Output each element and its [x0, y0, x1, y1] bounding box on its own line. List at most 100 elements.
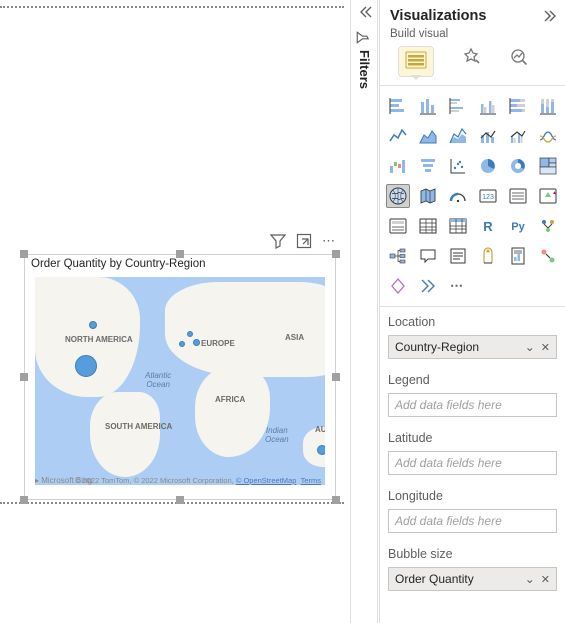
well-label: Legend [388, 373, 557, 387]
placeholder-text: Add data fields here [395, 398, 502, 412]
remove-field-icon[interactable]: ✕ [541, 573, 550, 586]
viz-waterfall[interactable] [386, 154, 410, 178]
well-legend: Legend Add data fields here [388, 373, 557, 417]
viz-slicer[interactable] [386, 214, 410, 238]
well-label: Bubble size [388, 547, 557, 561]
more-options-icon[interactable]: ⋯ [322, 233, 335, 249]
field-wells: Location Country-Region ⌄ ✕ Legend Add d… [380, 306, 565, 591]
osm-link[interactable]: © OpenStreetMap [236, 476, 297, 485]
collapse-viz-pane-icon[interactable] [541, 8, 557, 24]
visualizations-title: Visualizations [390, 8, 486, 24]
map-label-atl: AtlanticOcean [145, 372, 171, 390]
map-label-af: AFRICA [215, 395, 245, 404]
well-bubble-size: Bubble size Order Quantity ⌄ ✕ [388, 547, 557, 591]
expand-filters-icon[interactable] [351, 0, 377, 24]
svg-text:▲: ▲ [552, 190, 557, 196]
chevron-down-icon[interactable]: ⌄ [525, 572, 535, 586]
viz-multi-row-card[interactable] [506, 184, 530, 208]
field-drop-longitude[interactable]: Add data fields here [388, 509, 557, 533]
analytics-tab[interactable] [508, 46, 530, 77]
svg-text:R: R [483, 219, 493, 234]
filters-rail-label[interactable]: Filters [351, 30, 372, 89]
map-bubble[interactable] [193, 339, 200, 346]
placeholder-text: Add data fields here [395, 514, 502, 528]
well-latitude: Latitude Add data fields here [388, 431, 557, 475]
map-label-ind: IndianOcean [265, 427, 289, 445]
svg-text:123: 123 [482, 194, 494, 201]
viz-key-influencers[interactable] [536, 214, 560, 238]
field-drop-legend[interactable]: Add data fields here [388, 393, 557, 417]
viz-stacked-column[interactable] [416, 94, 440, 118]
map-bubble[interactable] [75, 355, 97, 377]
viz-clustered-column[interactable] [476, 94, 500, 118]
chevron-down-icon[interactable]: ⌄ [525, 340, 535, 354]
field-location[interactable]: Country-Region ⌄ ✕ [388, 335, 557, 359]
well-label: Location [388, 315, 557, 329]
map-surface[interactable]: NORTH AMERICA SOUTH AMERICA EUROPE AFRIC… [35, 277, 325, 485]
svg-text:Py: Py [511, 221, 525, 233]
viz-map[interactable] [386, 184, 410, 208]
focus-mode-icon[interactable] [296, 233, 312, 249]
viz-scatter[interactable] [446, 154, 470, 178]
viz-decomposition-tree[interactable] [386, 244, 410, 268]
map-attribution: © 2022 TomTom, © 2022 Microsoft Corporat… [75, 476, 321, 485]
viz-line-clustered-column[interactable] [506, 124, 530, 148]
viz-line[interactable] [386, 124, 410, 148]
viz-kpi[interactable]: ▲ [536, 184, 560, 208]
map-bubble[interactable] [179, 341, 185, 347]
viz-100-stacked-column[interactable] [536, 94, 560, 118]
viz-r-script[interactable]: R [476, 214, 500, 238]
viz-clustered-bar[interactable] [446, 94, 470, 118]
map-label-na: NORTH AMERICA [65, 335, 133, 344]
map-label-eu: EUROPE [201, 339, 235, 348]
map-label-as: ASIA [285, 333, 304, 342]
viz-gauge[interactable] [446, 184, 470, 208]
viz-filled-map[interactable] [416, 184, 440, 208]
viz-line-stacked-column[interactable] [476, 124, 500, 148]
viz-goals[interactable] [476, 244, 500, 268]
viz-funnel[interactable] [416, 154, 440, 178]
map-visual[interactable]: ⋯ Order Quantity by Country-Region [24, 254, 336, 500]
well-longitude: Longitude Add data fields here [388, 489, 557, 533]
build-visual-tab[interactable] [398, 46, 434, 77]
well-label: Longitude [388, 489, 557, 503]
viz-100-stacked-bar[interactable] [506, 94, 530, 118]
viz-smart-narrative[interactable] [446, 244, 470, 268]
viz-treemap[interactable] [536, 154, 560, 178]
viz-stacked-area[interactable] [446, 124, 470, 148]
viz-ribbon[interactable] [536, 124, 560, 148]
well-label: Latitude [388, 431, 557, 445]
terms-link[interactable]: Terms [301, 476, 321, 485]
viz-card[interactable]: 123 [476, 184, 500, 208]
visualization-types-grid: 123 ▲ R Py ⋯ [380, 86, 565, 306]
viz-area[interactable] [416, 124, 440, 148]
viz-donut[interactable] [506, 154, 530, 178]
viz-power-apps[interactable] [386, 274, 410, 298]
placeholder-text: Add data fields here [395, 456, 502, 470]
map-bubble[interactable] [187, 331, 193, 337]
remove-field-icon[interactable]: ✕ [541, 341, 550, 354]
viz-stacked-bar[interactable] [386, 94, 410, 118]
visual-header-tools: ⋯ [270, 233, 335, 249]
filters-pane-collapsed: Filters [350, 0, 378, 623]
viz-qna[interactable] [416, 244, 440, 268]
viz-table[interactable] [416, 214, 440, 238]
field-drop-latitude[interactable]: Add data fields here [388, 451, 557, 475]
report-canvas[interactable]: ⋯ Order Quantity by Country-Region [0, 0, 350, 623]
viz-matrix[interactable] [446, 214, 470, 238]
viz-pie[interactable] [476, 154, 500, 178]
canvas-page: ⋯ Order Quantity by Country-Region [0, 6, 344, 504]
viz-power-automate[interactable] [536, 244, 560, 268]
field-text: Country-Region [395, 340, 479, 354]
viz-python[interactable]: Py [506, 214, 530, 238]
well-location: Location Country-Region ⌄ ✕ [388, 315, 557, 359]
field-bubble-size[interactable]: Order Quantity ⌄ ✕ [388, 567, 557, 591]
filter-icon[interactable] [270, 233, 286, 249]
viz-arcgis[interactable] [416, 274, 440, 298]
format-visual-tab[interactable] [460, 46, 482, 77]
map-bubble[interactable] [317, 445, 325, 455]
map-bubble[interactable] [89, 321, 97, 329]
build-visual-subtitle: Build visual [380, 28, 565, 46]
viz-paginated-report[interactable] [506, 244, 530, 268]
get-more-visuals[interactable]: ⋯ [446, 274, 470, 298]
